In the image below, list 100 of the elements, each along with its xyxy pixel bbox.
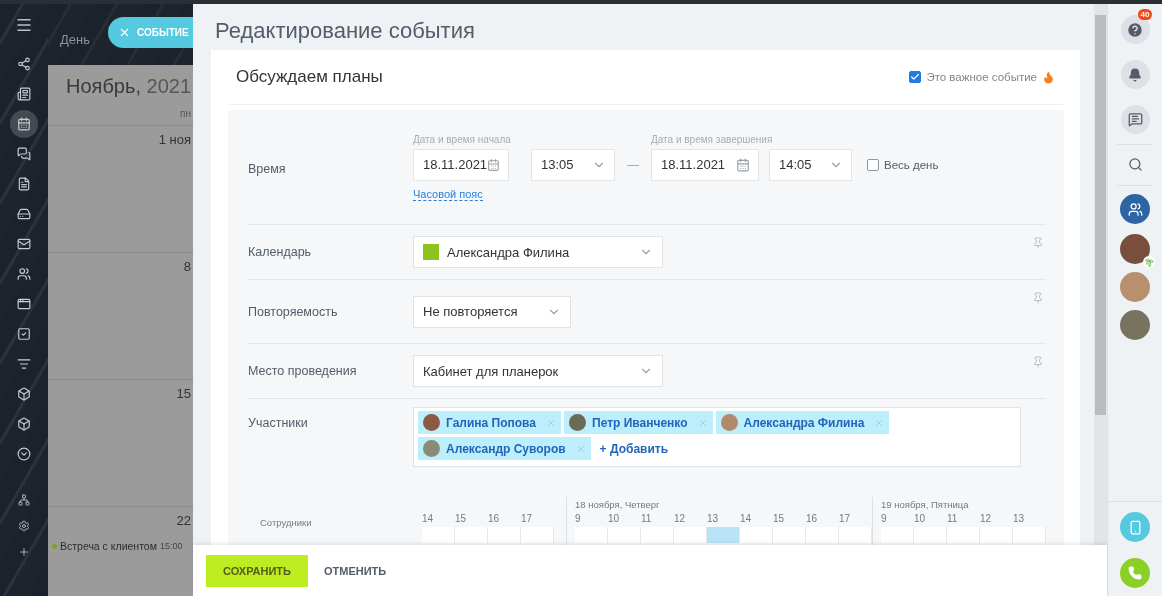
hour-label: 13 xyxy=(707,513,720,526)
cancel-button[interactable]: ОТМЕНИТЬ xyxy=(321,554,389,587)
time-field[interactable]: 13:05 xyxy=(531,148,615,181)
date-field[interactable]: 18.11.2021 xyxy=(413,148,509,181)
help-icon xyxy=(1126,20,1144,39)
field-label: Календарь xyxy=(248,245,313,259)
pin-icon[interactable] xyxy=(1032,237,1044,249)
dropdown[interactable]: Александра Филина xyxy=(413,236,663,268)
phone-icon[interactable] xyxy=(1120,512,1150,542)
month-title: Ноябрь, 2021 xyxy=(65,74,192,98)
people-icon xyxy=(17,267,31,281)
calendar-icon xyxy=(736,157,750,172)
pin-icon[interactable] xyxy=(1032,356,1044,368)
checkbox-icon xyxy=(17,327,31,341)
avatar xyxy=(423,414,440,431)
chat-icon[interactable] xyxy=(1120,105,1150,134)
drive-icon xyxy=(17,207,31,221)
event-title[interactable]: Встреча с клиентом xyxy=(60,540,157,552)
timezone-link[interactable]: Часовой пояс xyxy=(413,187,483,201)
day-title: 19 ноября, Пятница xyxy=(881,498,970,512)
hour-label: 13 xyxy=(1013,513,1026,526)
menu-icon[interactable] xyxy=(15,16,33,34)
phone-call-icon[interactable] xyxy=(1120,558,1150,588)
remove-icon[interactable] xyxy=(697,417,708,428)
hour-label: 15 xyxy=(455,513,468,526)
box-icon xyxy=(17,387,31,401)
sidebar-item[interactable] xyxy=(10,110,38,138)
remove-icon[interactable] xyxy=(874,417,885,428)
save-button[interactable]: СОХРАНИТЬ xyxy=(206,554,308,587)
panel-title: Редактирование события xyxy=(214,17,476,45)
view-tab[interactable]: День xyxy=(60,32,90,55)
checkbox-label: Весь день xyxy=(884,158,939,171)
bell-icon[interactable] xyxy=(1120,60,1150,89)
notification-badge: 40 xyxy=(1137,9,1153,20)
avatar xyxy=(720,414,738,431)
calendar-icon xyxy=(17,117,31,131)
day-number: 22 xyxy=(176,513,191,528)
attendee-chip[interactable]: Александр Суворов xyxy=(418,437,591,460)
hour-label: 9 xyxy=(575,513,582,526)
share-icon xyxy=(17,57,31,71)
avatar[interactable] xyxy=(1120,234,1150,264)
checkbox-label: Это важное событие xyxy=(926,71,1037,83)
chevron-down-icon xyxy=(17,447,31,461)
remove-icon[interactable] xyxy=(546,417,556,428)
event-name[interactable]: Обсуждаем планы xyxy=(236,67,383,87)
box-icon xyxy=(17,417,31,431)
day-number: 15 xyxy=(176,386,191,401)
day-title: 18 ноября, Четверг xyxy=(575,498,661,512)
hour-label: 12 xyxy=(674,513,687,526)
dropdown[interactable]: Кабинет для планерок xyxy=(413,355,663,387)
attendee-chip[interactable]: Петр Иванченко xyxy=(564,411,713,434)
scrollbar[interactable] xyxy=(1094,4,1107,545)
hour-label: 11 xyxy=(947,513,959,526)
hour-label: 16 xyxy=(488,513,501,526)
avatar xyxy=(423,440,440,457)
attendees-field[interactable]: Галина Попова Петр Иванченко Александра Филина Александр Суворов + Добавить xyxy=(413,407,1021,467)
hour-label: 10 xyxy=(914,513,927,526)
window-icon xyxy=(17,297,31,311)
document-icon xyxy=(17,177,31,191)
pin-icon[interactable] xyxy=(1032,292,1044,304)
add-attendee-link[interactable]: + Добавить xyxy=(593,437,675,460)
hour-label: 17 xyxy=(839,513,852,526)
day-number: 1 ноя xyxy=(158,132,191,147)
important-checkbox[interactable] xyxy=(909,71,922,83)
hour-label: 12 xyxy=(980,513,993,526)
flame-icon xyxy=(1042,70,1055,84)
day-number: 8 xyxy=(183,259,191,274)
attendee-chip[interactable]: Галина Попова xyxy=(418,411,561,434)
date-field[interactable]: 18.11.2021 xyxy=(651,148,759,181)
calendar-icon xyxy=(487,157,500,172)
close-icon xyxy=(118,26,131,39)
hour-label: 16 xyxy=(806,513,819,526)
field-label: Повторяемость xyxy=(248,304,339,319)
dropdown[interactable]: Не повторяется xyxy=(413,295,571,328)
hour-label: 10 xyxy=(608,513,621,526)
hour-label: 11 xyxy=(641,513,653,526)
field-label: Участники xyxy=(248,415,309,430)
field-caption: Дата и время начала xyxy=(413,133,512,145)
field-caption: Дата и время завершения xyxy=(651,133,773,145)
hour-label: 14 xyxy=(740,513,753,526)
attendee-chip[interactable]: Александра Филина xyxy=(715,411,890,434)
field-label: Время xyxy=(248,161,287,176)
group-chat-icon[interactable] xyxy=(1120,194,1150,224)
filter-icon xyxy=(17,357,31,371)
remove-icon[interactable] xyxy=(575,443,586,454)
field-label: Место проведения xyxy=(248,364,358,378)
hour-label: 9 xyxy=(881,513,888,526)
avatar xyxy=(569,414,586,431)
hour-label: 14 xyxy=(422,513,435,526)
event-time: 15:00 xyxy=(159,541,183,551)
planner-label: Сотрудники xyxy=(259,516,313,530)
help-button[interactable] xyxy=(1120,15,1150,44)
hour-label: 15 xyxy=(773,513,786,526)
avatar[interactable] xyxy=(1120,310,1150,340)
chat-icon xyxy=(17,147,31,161)
hour-label: 17 xyxy=(521,513,534,526)
all-day-checkbox[interactable] xyxy=(867,158,879,171)
time-field[interactable]: 14:05 xyxy=(769,148,852,181)
range-dash: — xyxy=(626,157,640,172)
mail-icon xyxy=(17,237,31,251)
